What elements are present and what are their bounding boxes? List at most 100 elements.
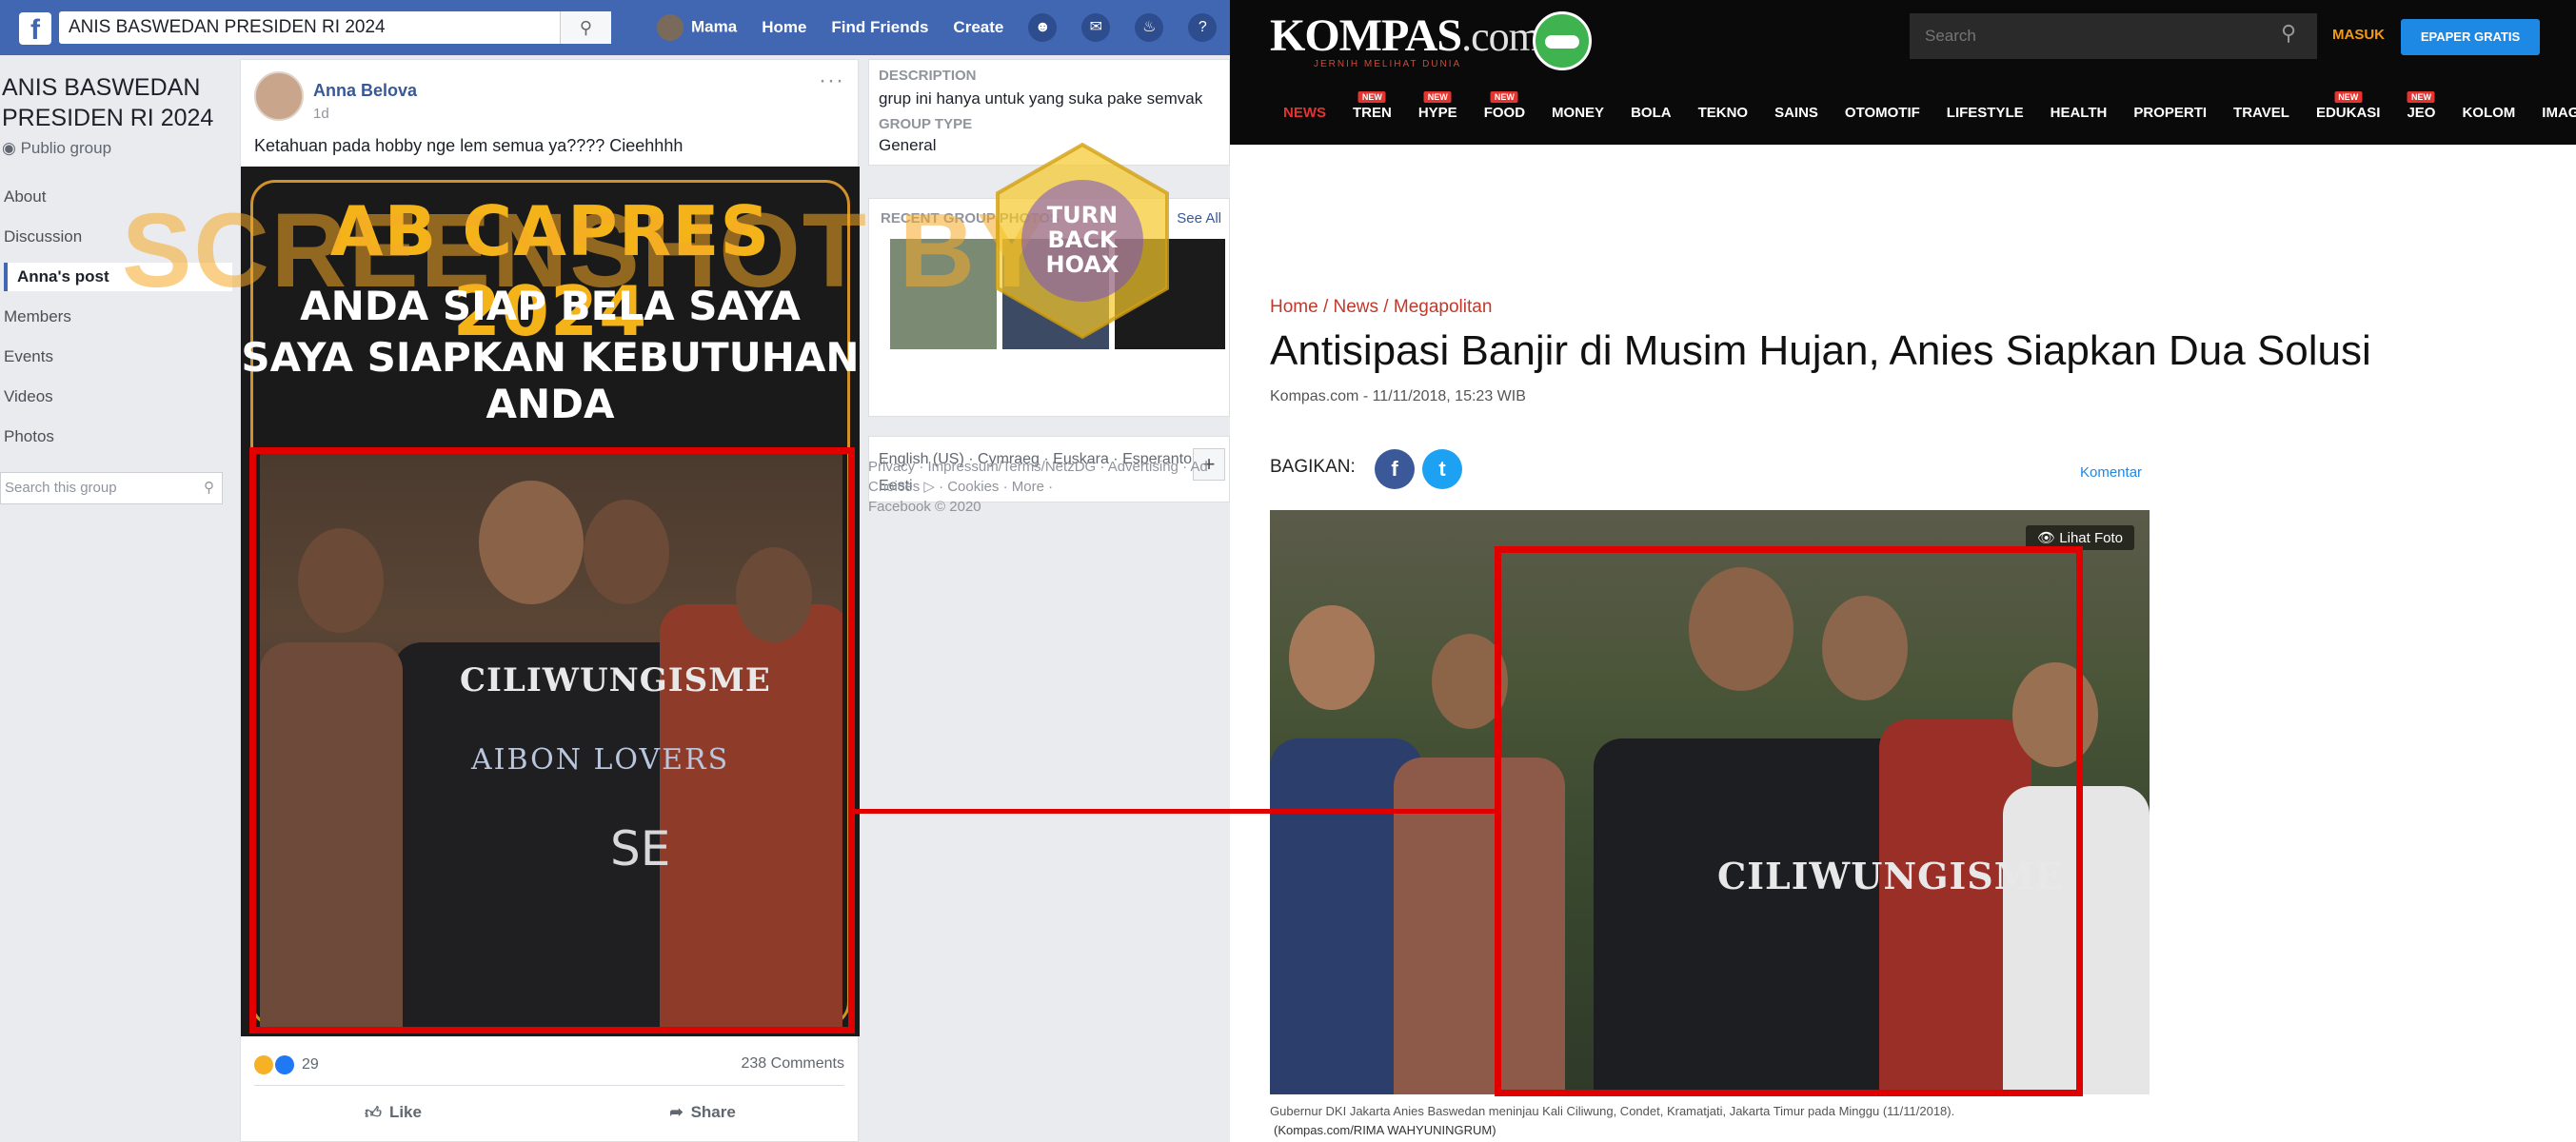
kompas-nav-properti[interactable]: PROPERTI (2133, 105, 2207, 121)
group-search-placeholder: Search this group (5, 480, 117, 496)
article-title: Antisipasi Banjir di Musim Hujan, Anies … (1270, 327, 2371, 374)
kompas-nav-label: TEKNO (1697, 104, 1749, 121)
group-type: ◉ Publio group (2, 139, 111, 158)
share-label: BAGIKAN: (1270, 457, 1356, 477)
kompas-nav-label: FOOD (1483, 104, 1526, 121)
kompas-nav-sains[interactable]: SAINS (1774, 105, 1818, 121)
kompas-nav-label: HEALTH (2050, 104, 2108, 121)
view-photo-label: Lihat Foto (2059, 530, 2123, 546)
search-icon[interactable]: ⚲ (560, 11, 611, 44)
highlight-box-left (249, 447, 855, 1034)
kompas-nav-news[interactable]: NEWS (1283, 105, 1326, 121)
new-badge: NEW (1357, 90, 1386, 103)
kompas-nav-otomotif[interactable]: OTOMOTIF (1845, 105, 1920, 121)
nav-home[interactable]: Home (762, 18, 806, 37)
kompas-nav-label: NEWS (1283, 104, 1326, 121)
new-badge: NEW (1490, 90, 1518, 103)
facebook-topbar: f ⚲ Mama Home Find Friends Create ☻ ✉ ♨ … (0, 0, 1230, 55)
new-badge: NEW (2407, 90, 2435, 103)
article-meta: Kompas.com - 11/11/2018, 15:23 WIB (1270, 388, 1526, 404)
kompas-nav-label: LIFESTYLE (1946, 104, 2024, 121)
messenger-icon[interactable]: ✉ (1081, 13, 1111, 42)
epaper-button[interactable]: EPAPER GRATIS (2401, 19, 2540, 55)
kompas-nav-edukasi[interactable]: EDUKASI NEW (2315, 90, 2381, 121)
badge-text-1: TURN (1047, 202, 1118, 228)
friend-requests-icon[interactable]: ☻ (1028, 13, 1058, 42)
search-icon[interactable]: ⚲ (204, 473, 214, 503)
comment-link[interactable]: Komentar (2080, 464, 2142, 481)
badge-inner (1545, 35, 1579, 49)
login-link[interactable]: MASUK (2332, 27, 2385, 43)
see-all-link[interactable]: See All (1177, 210, 1221, 226)
nav-profile[interactable]: Mama (657, 14, 737, 41)
kompas-nav: NEWS TREN NEW HYPE NEW FOOD NEW MONEY BOLA TEKNO S… (1230, 80, 2576, 145)
kompas-nav-label: TRAVEL (2233, 104, 2289, 121)
kompas-nav-images[interactable]: IMAGES (2542, 105, 2576, 121)
footer-links[interactable]: Privacy · Impressum/Terms/NetzDG · Adver… (868, 457, 1230, 497)
kompas-search-input[interactable] (1910, 13, 2317, 59)
kompas-logo-suffix: .com (1461, 13, 1541, 60)
kompas-topbar: KOMPAS.com JERNIH MELIHAT DUNIA ⚲ MASUK … (1230, 0, 2576, 80)
kompas-nav-health[interactable]: HEALTH (2051, 105, 2108, 121)
group-type-label: Publio group (20, 139, 112, 157)
group-menu-photos[interactable]: Photos (4, 417, 232, 457)
kompas-nav-label: PROPERTI (2133, 104, 2208, 121)
kompas-nav-label: EDUKASI (2315, 104, 2381, 121)
new-badge: NEW (2334, 90, 2363, 103)
globe-icon: ◉ (2, 139, 21, 157)
group-search-input[interactable]: Search this group ⚲ (0, 472, 223, 504)
photo-credit: (Kompas.com/RIMA WAHYUNINGRUM) (1274, 1123, 1496, 1137)
kompas-nav-label: HYPE (1417, 104, 1457, 121)
kompas-nav-lifestyle[interactable]: LIFESTYLE (1947, 105, 2024, 121)
new-badge: NEW (1423, 90, 1452, 103)
notifications-bell-icon[interactable]: ♨ (1135, 13, 1164, 42)
kompas-nav-jeo[interactable]: JEO NEW (2407, 90, 2436, 121)
nav-create[interactable]: Create (953, 18, 1003, 37)
kompas-nav-label: BOLA (1631, 104, 1672, 121)
more-options-icon[interactable]: ··· (819, 68, 844, 94)
comparison-connector-line (855, 809, 1495, 814)
share-button[interactable]: ➦ Share (669, 1103, 736, 1122)
footer-copyright: Facebook © 2020 (868, 499, 981, 515)
kompas-nav-bola[interactable]: BOLA (1631, 105, 1672, 121)
facebook-search-input[interactable] (59, 11, 611, 44)
post-timestamp[interactable]: 1d (313, 106, 329, 122)
eye-icon: 👁︎ (2037, 530, 2060, 546)
like-button[interactable]: 👍︎ Like (365, 1103, 422, 1123)
kompas-nav-travel[interactable]: TRAVEL (2233, 105, 2289, 121)
nav-find-friends[interactable]: Find Friends (831, 18, 928, 37)
reaction-count: 29 (302, 1056, 319, 1073)
facebook-logo-icon[interactable]: f (19, 12, 51, 46)
post-author-name[interactable]: Anna Belova (313, 81, 417, 101)
kompas-nav-kolom[interactable]: KOLOM (2462, 105, 2515, 121)
poster-line-2: SAYA SIAPKAN KEBUTUHAN ANDA (241, 334, 860, 427)
kompas-logo[interactable]: KOMPAS.com (1270, 10, 1541, 62)
badge-text-3: HOAX (1046, 251, 1120, 278)
kompas-nav-food[interactable]: FOOD NEW (1483, 90, 1526, 121)
twitter-share-icon[interactable]: t (1422, 449, 1462, 489)
kompas-nav-label: SAINS (1774, 104, 1818, 121)
kompas-nav-tekno[interactable]: TEKNO (1698, 105, 1749, 121)
kompas-nav-label: KOLOM (2462, 104, 2516, 121)
kompas-logo-text: KOMPAS (1270, 10, 1462, 61)
reactions[interactable]: 29 (254, 1055, 319, 1074)
kompas-anniversary-badge-icon (1533, 11, 1592, 70)
kompas-nav-hype[interactable]: HYPE NEW (1417, 90, 1457, 121)
search-icon[interactable]: ⚲ (2281, 21, 2296, 46)
screenshot-watermark: SCREENSHOT BY (122, 192, 1049, 309)
post-author-avatar[interactable] (254, 71, 304, 121)
facebook-share-icon[interactable]: f (1375, 449, 1415, 489)
help-icon[interactable]: ? (1188, 13, 1218, 42)
post-text: Ketahuan pada hobby nge lem semua ya????… (254, 136, 684, 155)
breadcrumb[interactable]: Home / News / Megapolitan (1270, 297, 1492, 318)
kompas-nav-label: JEO (2407, 104, 2436, 121)
facebook-nav: Mama Home Find Friends Create ☻ ✉ ♨ ? (657, 0, 1218, 55)
group-title[interactable]: ANIS BASWEDAN PRESIDEN RI 2024 (2, 72, 230, 133)
group-menu-events[interactable]: Events (4, 337, 232, 377)
share-arrow-icon: ➦ (669, 1103, 684, 1121)
turnbackhoax-badge-icon: TURN BACK HOAX (996, 142, 1169, 340)
group-menu-videos[interactable]: Videos (4, 377, 232, 417)
comment-count[interactable]: 238 Comments (742, 1055, 845, 1073)
kompas-nav-money[interactable]: MONEY (1552, 105, 1604, 121)
kompas-nav-tren[interactable]: TREN NEW (1353, 90, 1392, 121)
